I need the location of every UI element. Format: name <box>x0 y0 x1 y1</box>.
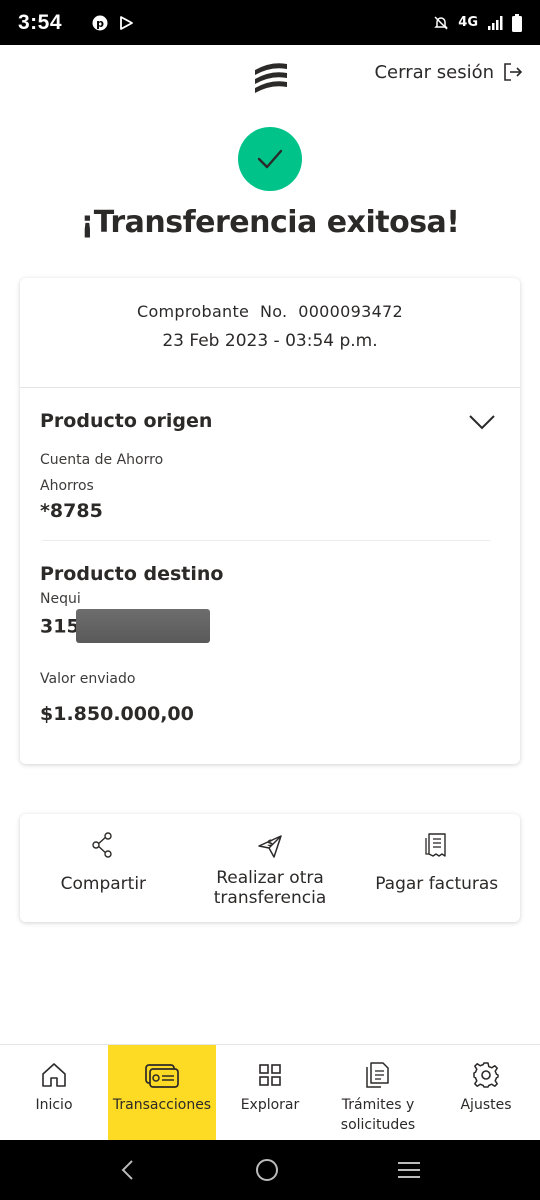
destination-title: Producto destino <box>40 563 224 585</box>
bank-logo-icon <box>255 63 287 93</box>
share-button[interactable]: Compartir <box>20 814 187 922</box>
destination-bank: Nequi <box>40 591 81 607</box>
share-label: Compartir <box>60 874 147 894</box>
logout-icon <box>504 63 523 81</box>
origin-title: Producto origen <box>40 410 213 432</box>
svg-text:p: p <box>96 17 104 30</box>
chevron-down-icon[interactable] <box>468 414 496 430</box>
origin-account-subtype: Ahorros <box>40 478 94 494</box>
nav-item-inicio[interactable]: Inicio <box>0 1045 108 1141</box>
nav-label-inicio: Inicio <box>35 1097 73 1113</box>
masked-number <box>75 609 210 643</box>
back-icon[interactable] <box>118 1158 138 1182</box>
mute-icon <box>434 15 449 30</box>
nav-label-ajustes: Ajustes <box>460 1097 512 1113</box>
origin-account-type: Cuenta de Ahorro <box>40 452 164 468</box>
nav-item-transacciones[interactable]: Transacciones <box>108 1045 216 1141</box>
destination-number: 315 <box>40 609 500 645</box>
logout-button[interactable]: Cerrar sesión <box>374 61 524 83</box>
nav-label-explorar: Explorar <box>240 1097 300 1113</box>
logout-label: Cerrar sesión <box>374 61 494 83</box>
page-title: ¡Transferencia exitosa! <box>80 205 460 240</box>
share-icon <box>92 832 113 858</box>
new-transfer-button[interactable]: $ Realizar otra transferencia <box>187 814 354 922</box>
amount-value: $1.850.000,00 <box>40 703 194 725</box>
documents-icon <box>366 1062 389 1088</box>
receipt-date: 23 Feb 2023 - 03:54 p.m. <box>162 331 378 351</box>
app-header: Cerrar sesión <box>0 45 540 115</box>
pay-bills-button[interactable]: Pagar facturas <box>353 814 520 922</box>
status-time: 3:54 <box>18 10 63 34</box>
nav-label-transacciones: Transacciones <box>112 1097 212 1113</box>
send-money-icon: $ <box>258 835 282 858</box>
receipt-card: Comprobante No. 0000093472 23 Feb 2023 -… <box>20 278 520 764</box>
play-store-icon <box>120 15 133 30</box>
battery-icon <box>512 13 522 32</box>
destination-number-prefix: 315 <box>40 615 80 638</box>
home-circle-icon[interactable] <box>254 1157 280 1183</box>
system-navigation <box>0 1140 540 1200</box>
signal-icon <box>488 15 503 30</box>
network-type: 4G <box>458 15 478 30</box>
bill-icon <box>425 833 446 857</box>
origin-account-number: *8785 <box>40 500 103 522</box>
svg-text:$: $ <box>267 839 273 849</box>
bottom-navigation: Inicio Transacciones Explorar Trámites y… <box>0 1044 540 1141</box>
receipt-header: Comprobante No. 0000093472 23 Feb 2023 -… <box>20 278 520 388</box>
actions-card: Compartir $ Realizar otra transferencia … <box>20 814 520 922</box>
transactions-icon <box>145 1064 179 1088</box>
recent-apps-icon[interactable] <box>396 1159 422 1181</box>
nav-item-ajustes[interactable]: Ajustes <box>432 1045 540 1141</box>
nav-item-tramites[interactable]: Trámites y solicitudes <box>324 1045 432 1141</box>
grid-icon <box>259 1064 281 1086</box>
success-check-icon <box>238 127 302 191</box>
amount-label: Valor enviado <box>40 671 136 687</box>
pay-bills-label: Pagar facturas <box>375 874 499 894</box>
new-transfer-label: Realizar otra transferencia <box>213 868 327 908</box>
origin-section: Producto origen Cuenta de Ahorro Ahorros… <box>20 388 520 541</box>
gear-icon <box>473 1062 499 1088</box>
receipt-number: Comprobante No. 0000093472 <box>136 302 404 321</box>
nav-label-tramites: Trámites y solicitudes <box>340 1097 416 1133</box>
nav-item-explorar[interactable]: Explorar <box>216 1045 324 1141</box>
home-icon <box>42 1063 66 1087</box>
pinterest-icon: p <box>92 15 108 30</box>
status-bar: 3:54 p 4G <box>0 0 540 45</box>
destination-section: Producto destino Nequi 315 Valor enviado… <box>20 541 520 725</box>
